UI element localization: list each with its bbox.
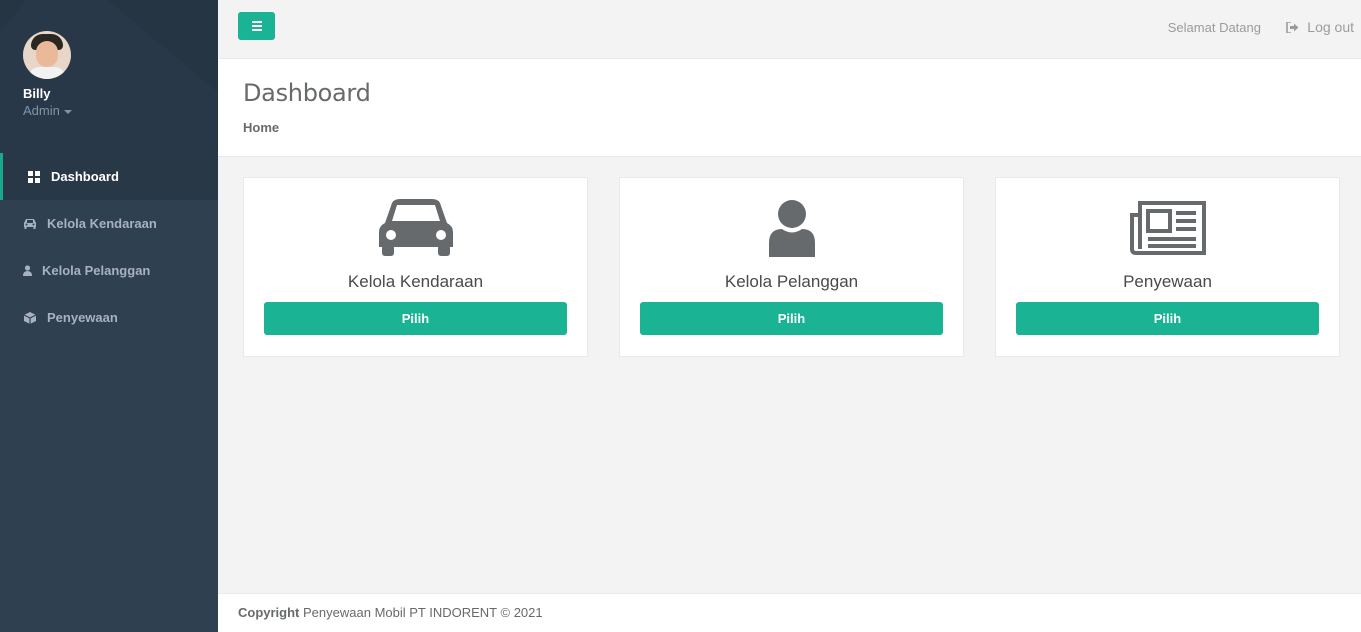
copyright-text: Penyewaan Mobil PT INDORENT © 2021	[303, 605, 543, 620]
card-title: Penyewaan	[1123, 272, 1212, 291]
user-icon	[23, 264, 32, 278]
user-icon	[640, 198, 943, 258]
card-title: Kelola Kendaraan	[347, 272, 484, 291]
topbar: Selamat Datang Log out	[218, 0, 1361, 59]
card-title: Kelola Pelanggan	[724, 272, 859, 291]
sidebar-item-label: Kelola Pelanggan	[42, 263, 151, 278]
card-grid: Kelola Kendaraan Pilih Kelola Pelanggan …	[243, 177, 1340, 357]
sidebar: Billy Admin Dashboard Kelola Kendaraan K…	[0, 0, 218, 632]
logout-label: Log out	[1307, 19, 1354, 35]
cube-icon	[23, 311, 37, 325]
caret-down-icon	[63, 109, 72, 114]
page-heading: Dashboard Home	[218, 59, 1361, 157]
sidebar-item-dashboard[interactable]: Dashboard	[0, 153, 218, 200]
breadcrumb: Home	[243, 120, 1336, 135]
page-title: Dashboard	[243, 79, 371, 107]
sidebar-item-kelola-pelanggan[interactable]: Kelola Pelanggan	[0, 247, 218, 294]
pilih-button[interactable]: Pilih	[264, 302, 567, 335]
card-kelola-pelanggan: Kelola Pelanggan Pilih	[619, 177, 964, 357]
role-label: Admin	[23, 103, 60, 118]
role-dropdown[interactable]: Admin	[23, 103, 218, 118]
pilih-button[interactable]: Pilih	[640, 302, 943, 335]
sign-out-icon	[1286, 21, 1299, 33]
logout-link[interactable]: Log out	[1286, 19, 1354, 35]
welcome-text: Selamat Datang	[1167, 20, 1261, 35]
copyright-label: Copyright	[238, 605, 300, 620]
sidebar-item-kelola-kendaraan[interactable]: Kelola Kendaraan	[0, 200, 218, 247]
footer: Copyright Penyewaan Mobil PT INDORENT © …	[218, 593, 1361, 632]
breadcrumb-home[interactable]: Home	[243, 120, 279, 135]
sidebar-item-label: Dashboard	[51, 169, 119, 184]
sidebar-item-penyewaan[interactable]: Penyewaan	[0, 294, 218, 341]
card-kelola-kendaraan: Kelola Kendaraan Pilih	[243, 177, 588, 357]
newspaper-icon	[1016, 198, 1319, 258]
menu-toggle-button[interactable]	[238, 12, 275, 40]
pilih-button[interactable]: Pilih	[1016, 302, 1319, 335]
profile-header: Billy Admin	[0, 0, 218, 153]
dashboard-icon	[27, 170, 41, 184]
avatar[interactable]	[23, 31, 71, 79]
sidebar-item-label: Kelola Kendaraan	[47, 216, 157, 231]
sidebar-item-label: Penyewaan	[47, 310, 118, 325]
username: Billy	[23, 86, 51, 101]
card-penyewaan: Penyewaan Pilih	[995, 177, 1340, 357]
car-icon	[264, 198, 567, 258]
car-icon	[23, 217, 37, 231]
